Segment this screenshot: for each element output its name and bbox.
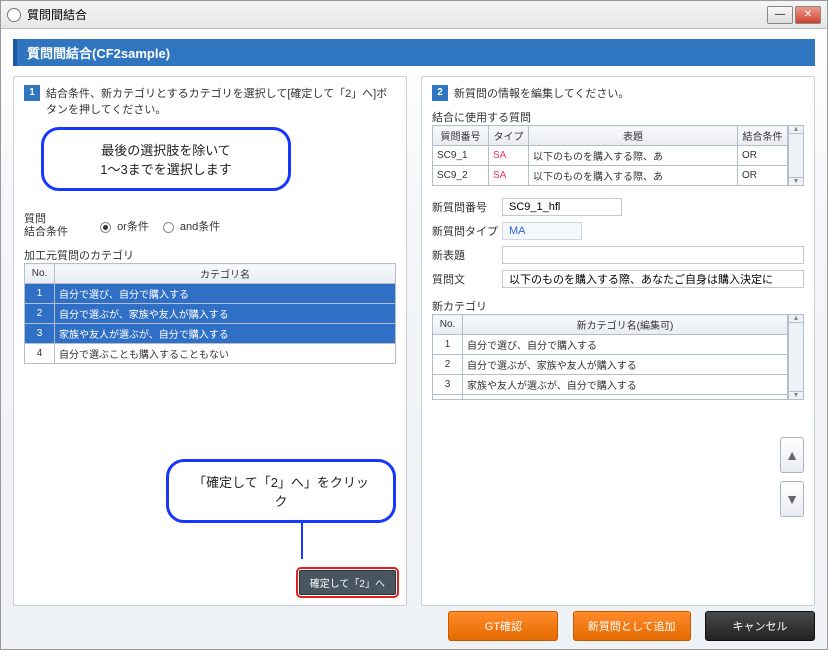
panel-step-2: 2 新質問の情報を編集してください。 結合に使用する質問 質問番号 タイプ 表題…: [421, 76, 815, 606]
scroll-up-icon[interactable]: [788, 314, 804, 323]
table-row[interactable]: [433, 395, 788, 400]
move-up-button[interactable]: ▲: [780, 437, 804, 473]
radio-and-label: and条件: [180, 221, 220, 233]
footer-bar: GT確認 新質問として追加 キャンセル: [1, 611, 827, 641]
table-row[interactable]: SC9_2SA以下のものを購入する際、あOR: [433, 166, 788, 186]
confirm-to-2-button[interactable]: 確定して「2」へ: [299, 570, 396, 595]
radio-or-label: or条件: [117, 221, 149, 233]
col-no: No.: [25, 264, 55, 284]
radio-and[interactable]: [163, 222, 174, 233]
source-category-label: 加工元質問のカテゴリ: [24, 247, 396, 263]
question-text-label: 質問文: [432, 271, 502, 287]
close-button[interactable]: [795, 6, 821, 24]
new-subject-label: 新表題: [432, 247, 502, 263]
col-name: カテゴリ名: [55, 264, 396, 284]
scroll-down-icon[interactable]: [788, 177, 804, 186]
table-row[interactable]: 1自分で選び、自分で購入する: [433, 335, 788, 355]
table-row[interactable]: SC9_1SA以下のものを購入する際、あOR: [433, 146, 788, 166]
page-title: 質問間結合(CF2sample): [13, 39, 815, 66]
app-icon: [7, 8, 21, 22]
table-row[interactable]: 1自分で選び、自分で購入する: [25, 284, 396, 304]
scroll-down-icon[interactable]: [788, 391, 804, 400]
table-row[interactable]: 3家族や友人が選ぶが、自分で購入する: [433, 375, 788, 395]
new-category-table[interactable]: No. 新カテゴリ名(編集可) 1自分で選び、自分で購入する 2自分で選ぶが、家…: [432, 314, 788, 400]
new-subject-input[interactable]: [502, 246, 804, 264]
new-type-label: 新質問タイプ: [432, 223, 502, 239]
new-type-value: MA: [502, 222, 582, 240]
new-category-label: 新カテゴリ: [432, 298, 804, 314]
step-2-instruction: 新質問の情報を編集してください。: [454, 85, 629, 101]
callout-1: 最後の選択肢を除いて 1～3までを選択します: [41, 127, 291, 191]
move-down-button[interactable]: ▼: [780, 481, 804, 517]
window-title: 質問間結合: [27, 6, 87, 23]
source-category-table[interactable]: No. カテゴリ名 1自分で選び、自分で購入する 2自分で選ぶが、家族や友人が購…: [24, 263, 396, 364]
callout-2: 「確定して「2」へ」をクリック: [166, 459, 396, 523]
minimize-button[interactable]: [767, 6, 793, 24]
step-2-badge: 2: [432, 85, 448, 101]
step-1-instruction: 結合条件、新カテゴリとするカテゴリを選択して[確定して「2」へ]ボタンを押してく…: [46, 85, 396, 117]
content-area: 質問間結合(CF2sample) 1 結合条件、新カテゴリとするカテゴリを選択し…: [1, 29, 827, 649]
gt-confirm-button[interactable]: GT確認: [448, 611, 558, 641]
source-questions-table: 質問番号 タイプ 表題 結合条件 SC9_1SA以下のものを購入する際、あOR …: [432, 125, 788, 186]
table-row[interactable]: 2自分で選ぶが、家族や友人が購入する: [433, 355, 788, 375]
add-as-new-question-button[interactable]: 新質問として追加: [573, 611, 691, 641]
table-row[interactable]: 3家族や友人が選ぶが、自分で購入する: [25, 324, 396, 344]
table-row[interactable]: 4自分で選ぶことも購入することもない: [25, 344, 396, 364]
join-condition-label: 質問 結合条件: [24, 213, 94, 239]
window: 質問間結合 質問間結合(CF2sample) 1 結合条件、新カテゴリとするカテ…: [0, 0, 828, 650]
new-qno-input[interactable]: [502, 198, 622, 216]
scroll-up-icon[interactable]: [788, 125, 804, 134]
question-text-input[interactable]: [502, 270, 804, 288]
table-row[interactable]: 2自分で選ぶが、家族や友人が購入する: [25, 304, 396, 324]
source-questions-label: 結合に使用する質問: [432, 109, 804, 125]
title-bar: 質問間結合: [1, 1, 827, 29]
new-qno-label: 新質問番号: [432, 199, 502, 215]
radio-or[interactable]: [100, 222, 111, 233]
cancel-button[interactable]: キャンセル: [705, 611, 815, 641]
step-1-badge: 1: [24, 85, 40, 101]
